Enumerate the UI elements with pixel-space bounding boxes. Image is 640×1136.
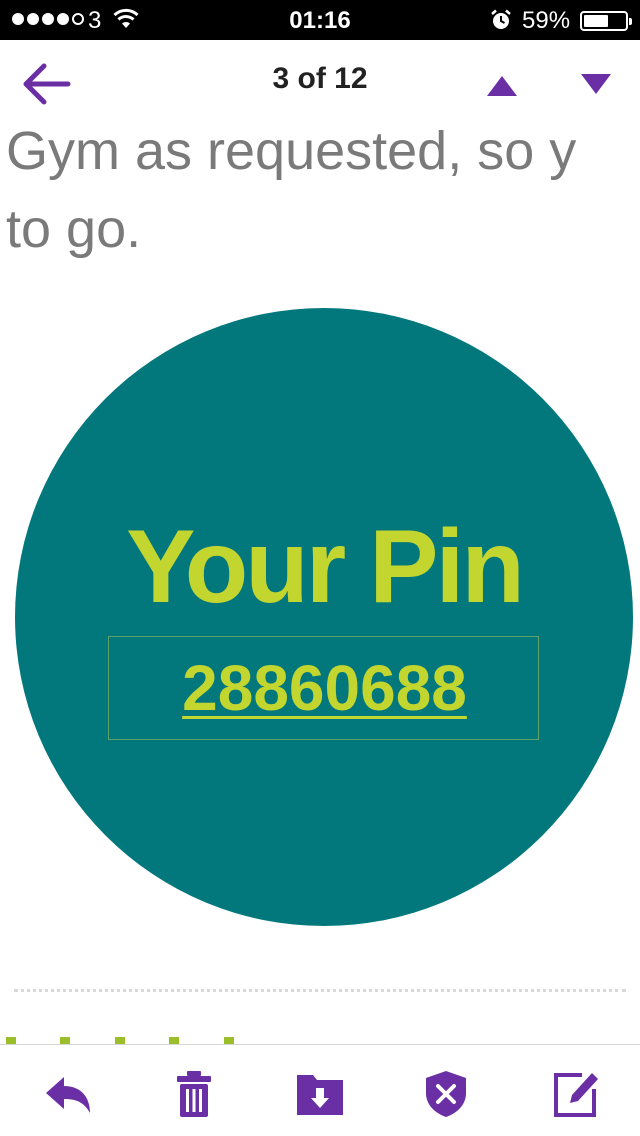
pin-badge: Your Pin 28860688 <box>15 308 633 926</box>
message-toolbar <box>0 1044 640 1136</box>
move-to-folder-icon[interactable] <box>294 1069 346 1119</box>
navigation-bar: 3 of 12 <box>0 40 640 124</box>
battery-percentage: 59% <box>522 7 571 34</box>
message-position-title: 3 of 12 <box>272 62 368 95</box>
next-message-icon[interactable] <box>578 70 614 100</box>
message-text-line: to go. <box>6 199 142 259</box>
truncated-glyph <box>114 1037 125 1044</box>
truncated-heading <box>6 1034 306 1044</box>
message-text: Gym as requested, so y to go. <box>6 124 640 268</box>
email-viewer-screen: 3 01:16 59% 3 of 12 Gym as requested, so… <box>0 0 640 1136</box>
truncated-glyph <box>60 1037 71 1044</box>
previous-message-icon[interactable] <box>484 70 520 100</box>
reply-icon[interactable] <box>42 1069 94 1119</box>
compose-icon[interactable] <box>550 1069 602 1119</box>
pin-title: Your Pin <box>126 509 525 625</box>
battery-icon <box>580 11 632 31</box>
section-divider <box>14 989 626 992</box>
message-body: Gym as requested, so y to go. Your Pin 2… <box>0 124 640 1044</box>
battery-fill <box>584 15 608 27</box>
trash-icon[interactable] <box>168 1069 220 1119</box>
status-bar: 3 01:16 59% <box>0 0 640 40</box>
battery-tip <box>629 18 632 25</box>
truncated-glyph <box>223 1037 234 1044</box>
truncated-glyph <box>6 1037 16 1044</box>
alarm-clock-icon <box>491 9 511 29</box>
truncated-glyph <box>169 1037 180 1044</box>
pin-number-box: 28860688 <box>108 636 539 740</box>
pin-number-link[interactable]: 28860688 <box>109 651 540 725</box>
spam-shield-icon[interactable] <box>420 1069 472 1119</box>
message-text-line: Gym as requested, so y <box>6 124 577 181</box>
